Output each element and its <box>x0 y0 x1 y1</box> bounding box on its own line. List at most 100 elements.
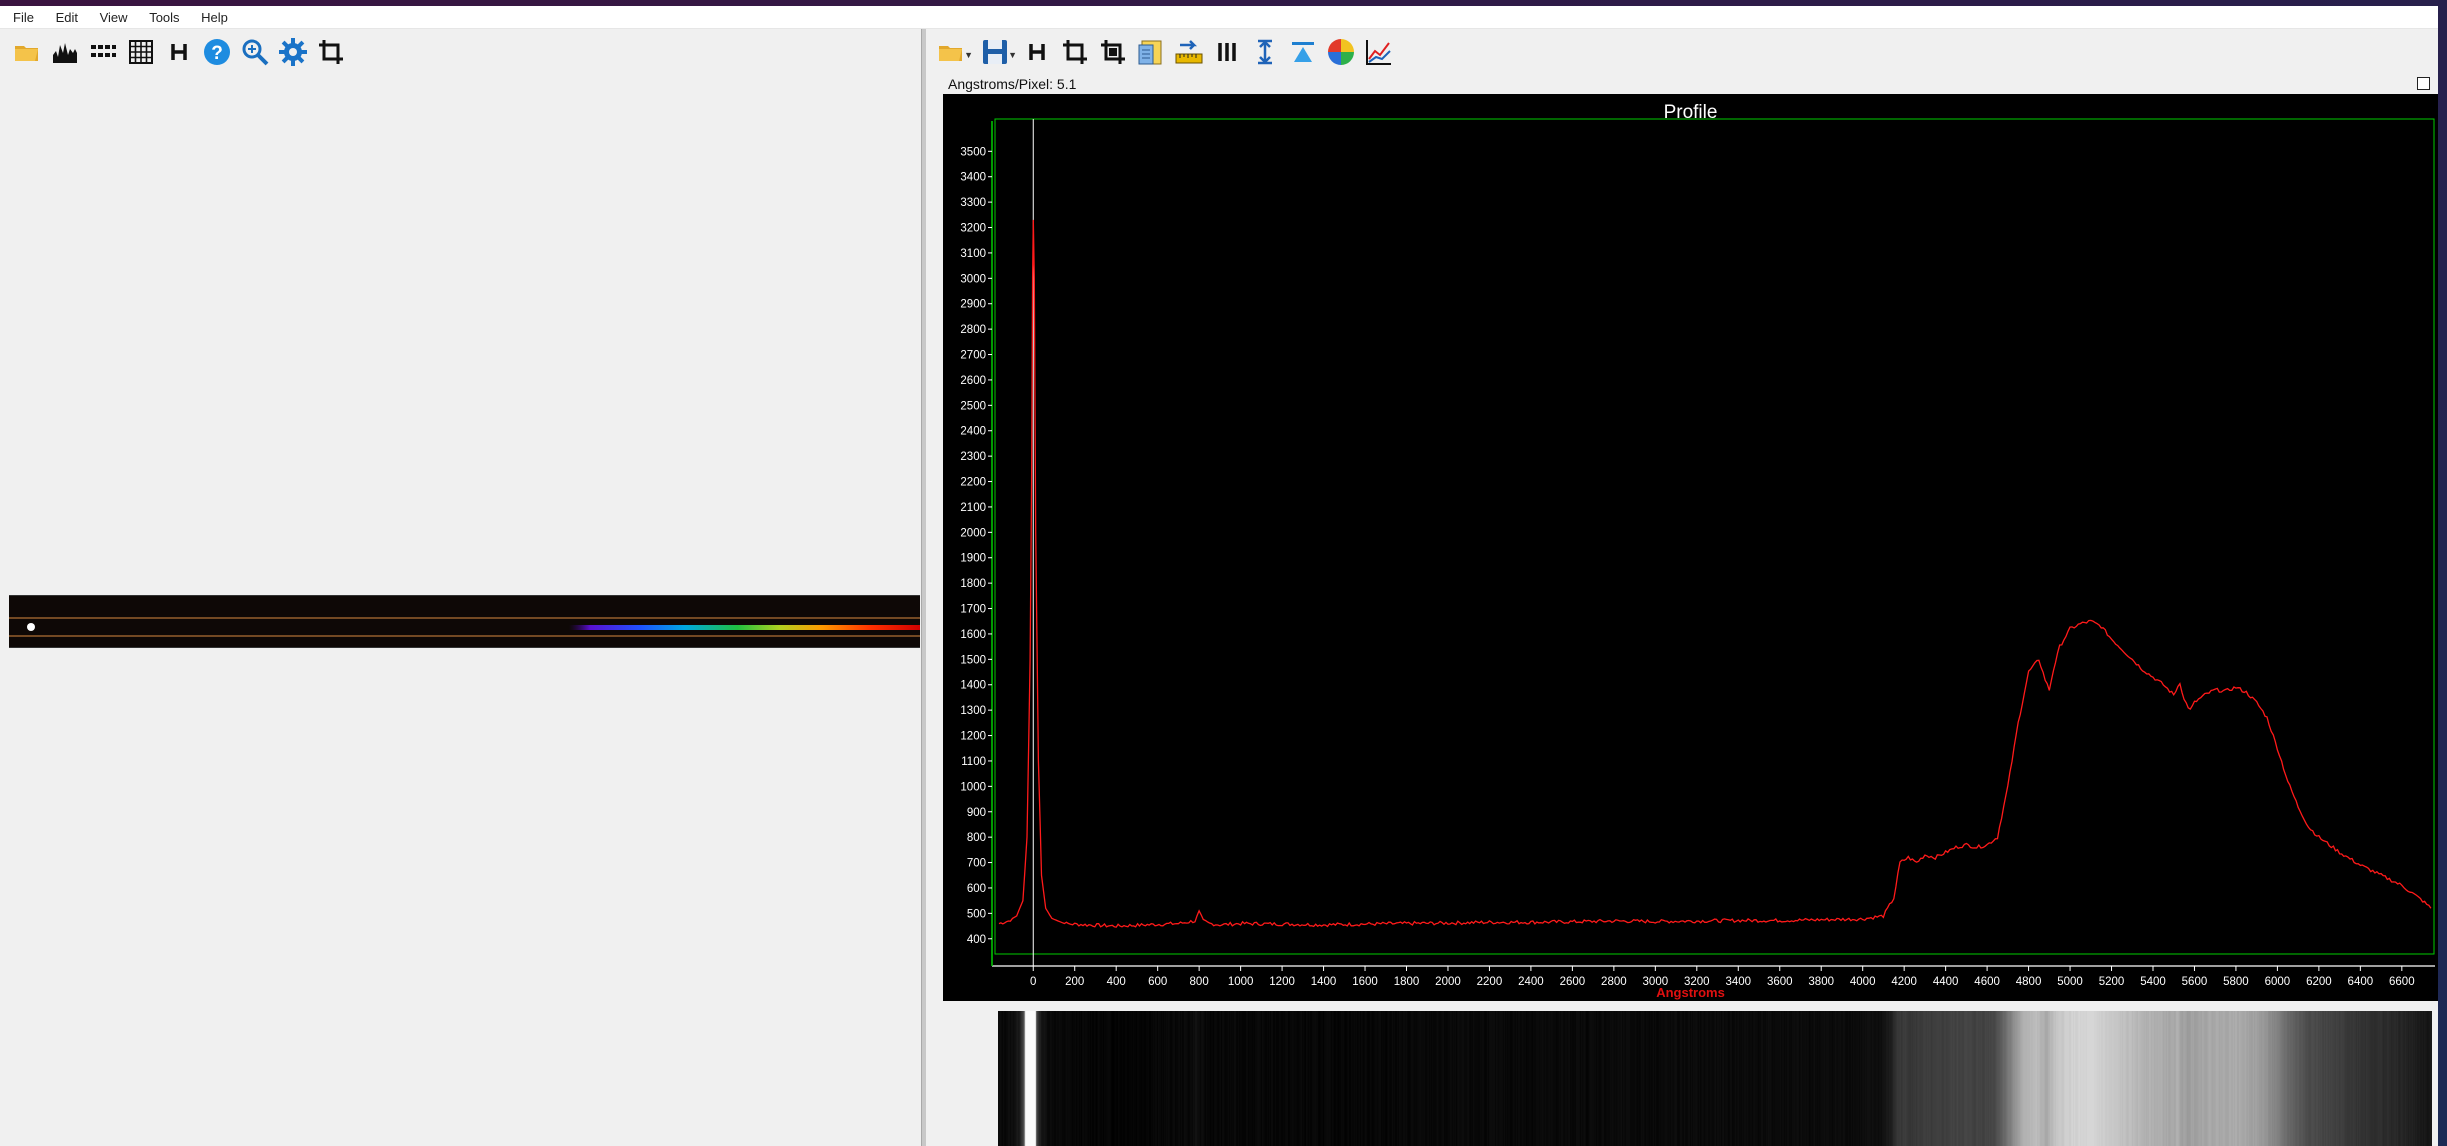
notes-icon <box>1138 40 1162 65</box>
y-tick-label: 2200 <box>960 477 986 489</box>
y-tick-label: 2300 <box>960 451 986 463</box>
x-axis-label: Angstroms <box>1656 985 1725 1000</box>
y-tick-label: 3200 <box>960 223 986 235</box>
crop-icon <box>1063 40 1087 64</box>
crop-icon <box>319 40 343 64</box>
y-tick-label: 2500 <box>960 400 986 412</box>
right-toolbar: ▼ ▼ <box>934 33 1396 71</box>
menu-tools[interactable]: Tools <box>136 6 188 25</box>
y-tick-label: 700 <box>967 858 986 870</box>
y-tick-label: 2000 <box>960 527 986 539</box>
y-tick-label: 900 <box>967 807 986 819</box>
rows-button[interactable] <box>86 35 120 69</box>
y-tick-label: 1400 <box>960 680 986 692</box>
y-tick-label: 1900 <box>960 553 986 565</box>
help-button[interactable]: ? <box>200 35 234 69</box>
vertical-stretch-icon <box>1258 39 1272 65</box>
zoom-in-icon <box>242 39 269 66</box>
left-toolbar: ? <box>10 33 348 71</box>
y-tick-label: 2400 <box>960 426 986 438</box>
y-tick-label: 1100 <box>961 756 986 768</box>
y-tick-label: 3300 <box>960 197 986 209</box>
left-pane: ? <box>0 29 921 1146</box>
right-pane: ▼ ▼ Angstroms/Pixel: 5.1 400 500 600 700… <box>926 29 2438 1146</box>
color-wheel-button[interactable] <box>1324 35 1358 69</box>
grid-button[interactable] <box>124 35 158 69</box>
open-folder-icon <box>939 46 962 61</box>
open-folder-button[interactable] <box>10 35 44 69</box>
y-tick-label: 3000 <box>960 273 986 285</box>
y-tick-label: 3100 <box>960 248 986 260</box>
y-tick-label: 500 <box>967 908 986 920</box>
h-icon <box>171 44 187 60</box>
zoom-button[interactable] <box>238 35 272 69</box>
crop-button[interactable] <box>1058 35 1092 69</box>
h-icon <box>1029 44 1045 60</box>
settings-icon <box>279 38 307 66</box>
plot-frame <box>994 118 2435 955</box>
y-tick-label: 2700 <box>960 350 986 362</box>
save-icon <box>983 40 1007 64</box>
histogram-icon <box>53 43 77 63</box>
y-tick-label: 600 <box>967 883 986 895</box>
crop-button[interactable] <box>314 35 348 69</box>
open-folder-icon <box>15 46 38 61</box>
raw-spectrum-image[interactable] <box>9 595 920 648</box>
y-tick-label: 2100 <box>960 502 986 514</box>
open-folder-button[interactable]: ▼ <box>934 35 973 69</box>
y-tick-label: 800 <box>967 832 986 844</box>
y-tick-label: 2900 <box>960 299 986 311</box>
save-button[interactable]: ▼ <box>978 35 1017 69</box>
beam-button[interactable] <box>1286 35 1320 69</box>
synthetic-spectrum-image[interactable] <box>998 1011 2432 1146</box>
chart-button[interactable] <box>1362 35 1396 69</box>
h-button[interactable] <box>162 35 196 69</box>
y-tick-label: 1700 <box>960 604 986 616</box>
synthetic-spectrum-canvas <box>998 1011 2432 1146</box>
menu-view[interactable]: View <box>87 6 137 25</box>
calibrate-button[interactable] <box>1172 35 1206 69</box>
crop-alt-button[interactable] <box>1096 35 1130 69</box>
y-tick-label: 1300 <box>960 705 986 717</box>
y-tick-label: 3500 <box>960 146 986 158</box>
chevron-down-icon[interactable]: ▼ <box>1008 50 1017 60</box>
vertical-stretch-button[interactable] <box>1248 35 1282 69</box>
profile-chart[interactable]: 400 500 600 700 800 900 1000 1100 1200 1300 1400 15… <box>943 94 2438 1001</box>
chevron-down-icon[interactable]: ▼ <box>964 50 973 60</box>
chart-title: Profile <box>1663 102 1718 123</box>
profile-series-line-0 <box>998 219 2432 928</box>
y-tick-label: 1000 <box>960 781 986 793</box>
notes-button[interactable] <box>1134 35 1168 69</box>
svg-text:?: ? <box>211 43 223 64</box>
rows-icon <box>91 45 116 57</box>
y-tick-label: 2600 <box>960 375 986 387</box>
y-tick-label: 1500 <box>960 654 986 666</box>
settings-button[interactable] <box>276 35 310 69</box>
crop-alt-icon <box>1101 40 1125 64</box>
menu-help[interactable]: Help <box>188 6 237 25</box>
lines-icon <box>1218 43 1236 61</box>
raw-spectrum-svg <box>9 617 920 637</box>
h-button[interactable] <box>1020 35 1054 69</box>
color-wheel-icon <box>1328 39 1354 65</box>
application-window: File Edit View Tools Help ? ▼ ▼ Angstrom… <box>0 6 2438 1146</box>
calibrate-icon <box>1175 40 1203 64</box>
profile-chart-svg: 400 500 600 700 800 900 1000 1100 1200 1300 1400 15… <box>960 118 2435 988</box>
y-tick-label: 400 <box>967 934 986 946</box>
maximize-checkbox[interactable] <box>2417 77 2430 90</box>
y-tick-label: 1200 <box>960 731 986 743</box>
lines-button[interactable] <box>1210 35 1244 69</box>
menu-file[interactable]: File <box>0 6 43 25</box>
y-tick-label: 1800 <box>960 578 986 590</box>
help-icon: ? <box>204 39 230 65</box>
grid-icon <box>129 40 153 64</box>
y-tick-label: 3400 <box>960 172 986 184</box>
beam-icon <box>1292 42 1314 62</box>
histogram-button[interactable] <box>48 35 82 69</box>
menu-bar: File Edit View Tools Help <box>0 6 2438 29</box>
angstroms-per-pixel-label: Angstroms/Pixel: 5.1 <box>948 76 1077 92</box>
y-tick-label: 2800 <box>960 324 986 336</box>
menu-edit[interactable]: Edit <box>43 6 87 25</box>
chart-icon <box>1366 40 1391 65</box>
y-tick-label: 1600 <box>960 629 986 641</box>
